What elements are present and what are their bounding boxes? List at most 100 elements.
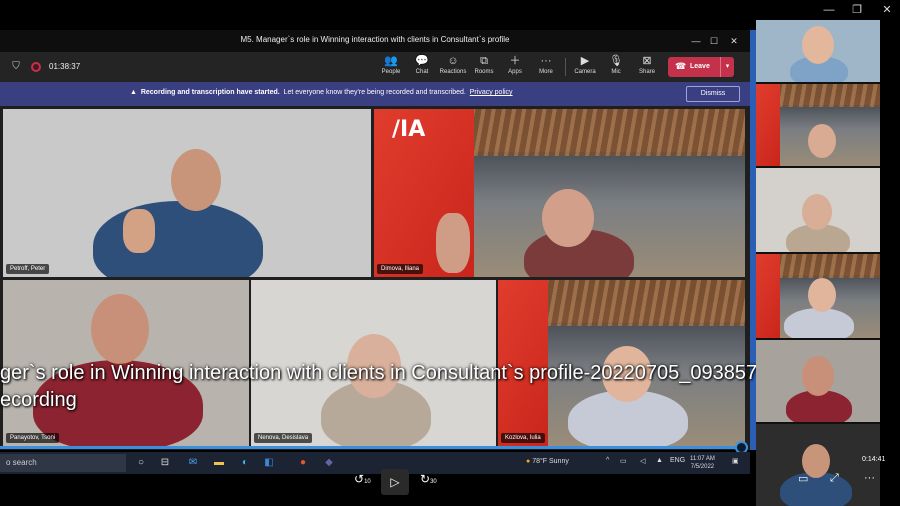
mic-icon: 🎙: [609, 55, 623, 67]
mail-icon[interactable]: ✉: [186, 456, 200, 470]
teams-icon[interactable]: ◆: [322, 456, 336, 470]
participant-head: [808, 278, 836, 312]
thumbs-up-hand: [436, 213, 470, 273]
banner-message: ▲ Recording and transcription have start…: [130, 89, 513, 96]
more-button[interactable]: ··· More: [530, 55, 562, 81]
edge-icon[interactable]: ◐: [238, 456, 252, 470]
player-titlebar: — ❐ ✕: [0, 0, 900, 20]
participant-head: [802, 194, 832, 230]
participant-head: [171, 149, 221, 211]
side-video-5[interactable]: [756, 340, 880, 422]
apps-icon: ＋: [509, 55, 521, 67]
participant-head: [802, 26, 834, 64]
participant-name-tag: Petroff, Peter: [6, 264, 50, 274]
widgets-icon[interactable]: ⊟: [158, 456, 172, 470]
weather-widget[interactable]: ● 78°F Sunny: [526, 458, 569, 465]
taskbar-search[interactable]: o search: [0, 454, 126, 472]
battery-icon[interactable]: ▭: [620, 457, 627, 465]
notifications-icon[interactable]: ▣: [732, 457, 739, 465]
close-icon[interactable]: ✕: [876, 2, 898, 18]
meeting-timer: 01:38:37: [49, 62, 81, 71]
powerpoint-icon[interactable]: ●: [296, 456, 310, 470]
dismiss-button[interactable]: Dismiss: [686, 86, 740, 102]
rooms-button[interactable]: ⧉ Rooms: [468, 55, 500, 81]
participant-name-tag: Dimova, Iliana: [377, 264, 424, 274]
participant-head: [91, 294, 149, 364]
toolbar-divider: [565, 58, 566, 76]
network-icon[interactable]: ▲: [656, 457, 663, 464]
windows-taskbar: o search ○ ⊟ ✉ ▬ ◐ ◧ ● ◆ ● 78°F Sunny ^ …: [0, 452, 750, 474]
teams-titlebar: M5. Manager`s role in Winning interactio…: [0, 30, 750, 52]
taskbar-clock[interactable]: 11:07 AM 7/5/2022: [690, 455, 715, 471]
miniplayer-icon[interactable]: ▭: [798, 472, 808, 485]
teams-maximize-icon[interactable]: ☐: [706, 34, 722, 48]
clock-time: 11:07 AM: [690, 456, 715, 462]
camera-button[interactable]: ▶ Camera: [569, 55, 601, 81]
participant-figure: [93, 201, 263, 277]
recording-banner: ▲ Recording and transcription have start…: [0, 82, 750, 106]
mic-button[interactable]: 🎙 Mic: [600, 55, 632, 81]
volume-icon[interactable]: ◁: [640, 457, 645, 465]
brand-panel: [756, 84, 780, 166]
reactions-button[interactable]: ☺ Reactions: [437, 55, 469, 81]
language-indicator[interactable]: ENG: [670, 457, 685, 464]
people-icon: 👥: [384, 55, 398, 67]
minimize-icon[interactable]: —: [818, 2, 840, 18]
meeting-toolbar: ⛉ 01:38:37 👥 People 💬 Chat ☺ Reactions ⧉…: [0, 52, 750, 82]
more-icon: ···: [540, 55, 552, 67]
participant-name-tag: Kozlova, Iulia: [501, 433, 545, 443]
side-video-6[interactable]: [756, 424, 880, 506]
caption-line-1: ger`s role in Winning interaction with c…: [0, 362, 764, 384]
task-view-icon[interactable]: ○: [134, 456, 148, 470]
video-caption: ger`s role in Winning interaction with c…: [0, 360, 830, 414]
side-video-4[interactable]: [756, 254, 880, 338]
tray-chevron-icon[interactable]: ^: [606, 457, 609, 464]
leave-button[interactable]: ☎ Leave ▾: [668, 57, 734, 77]
people-button[interactable]: 👥 People: [375, 55, 407, 81]
warning-icon: ▲: [130, 89, 137, 96]
share-icon: ⊠: [642, 55, 652, 67]
brand-panel: [756, 254, 780, 338]
shield-icon[interactable]: ⛉: [10, 61, 22, 73]
folder-icon[interactable]: ▬: [212, 456, 226, 470]
phone-hangup-icon: ☎: [675, 61, 687, 71]
more-options-icon[interactable]: ···: [864, 472, 875, 484]
video-tile-dimova[interactable]: /IA Dimova, Iliana: [374, 109, 745, 277]
video-tile-petroff[interactable]: Petroff, Peter: [3, 109, 371, 277]
chevron-down-icon[interactable]: ▾: [720, 57, 734, 77]
participant-head: [542, 189, 594, 247]
recording-icon: [31, 62, 41, 72]
restore-icon[interactable]: ❐: [846, 2, 868, 18]
playback-timecode: 0:14:41: [862, 456, 886, 463]
apps-button[interactable]: ＋ Apps: [499, 55, 531, 81]
clock-date: 7/5/2022: [690, 464, 715, 470]
privacy-policy-link[interactable]: Privacy policy: [470, 89, 513, 96]
share-button[interactable]: ⊠ Share: [631, 55, 663, 81]
side-video-3[interactable]: [756, 168, 880, 252]
participant-head: [802, 356, 834, 396]
seek-bar[interactable]: [0, 446, 742, 449]
teams-minimize-icon[interactable]: —: [688, 34, 704, 48]
rewind-button[interactable]: ↺10: [354, 472, 371, 486]
outlook-icon[interactable]: ◧: [262, 456, 276, 470]
rewind-icon: ↺: [354, 472, 365, 486]
teams-close-icon[interactable]: ✕: [726, 34, 742, 48]
side-video-1[interactable]: [756, 20, 880, 82]
participant-name-tag: Panayotov, Tsoni: [6, 433, 60, 443]
chat-icon: 💬: [415, 55, 429, 67]
play-icon: ▷: [390, 475, 400, 489]
participant-figure: [784, 308, 854, 338]
participant-head: [808, 124, 836, 158]
camera-icon: ▶: [580, 55, 590, 67]
chat-button[interactable]: 💬 Chat: [406, 55, 438, 81]
participant-strip: [756, 20, 880, 506]
forward-icon: ↻: [420, 472, 431, 486]
thumbs-up-hand: [123, 209, 155, 253]
side-video-2[interactable]: [756, 84, 880, 166]
caption-line-2: ecording: [0, 389, 77, 411]
fullscreen-icon[interactable]: ⤢: [830, 472, 839, 485]
play-button[interactable]: ▷: [381, 469, 409, 495]
participant-name-tag: Nenova, Desislava: [254, 433, 313, 443]
forward-button[interactable]: ↻30: [420, 472, 437, 486]
reactions-icon: ☺: [447, 55, 459, 67]
